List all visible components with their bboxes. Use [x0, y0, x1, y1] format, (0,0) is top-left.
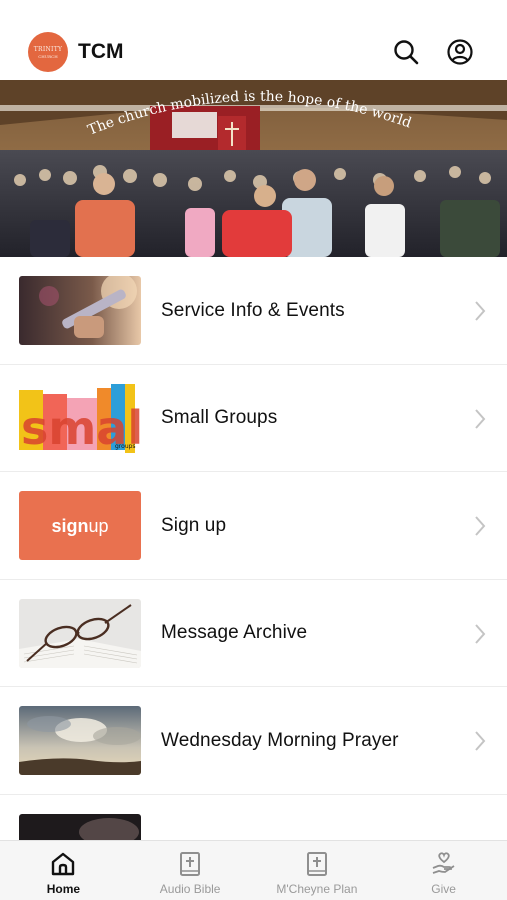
menu-item-label: Service Info & Events — [161, 299, 345, 321]
tab-home[interactable]: Home — [0, 841, 127, 900]
logo-text-top: TRINITY — [33, 45, 63, 53]
menu-item-message-archive[interactable]: Message Archive — [0, 579, 507, 687]
bible-plan-icon — [306, 852, 327, 876]
sign-up-thumb-light: up — [88, 516, 108, 536]
hero-worship-image: The church mobilized is the hope of the … — [0, 80, 507, 257]
sign-up-thumb-bold: sign — [51, 516, 88, 536]
menu-list: Service Info & Events small groups Small… — [0, 257, 507, 900]
small-groups-thumbnail: small groups — [19, 383, 141, 453]
tab-give[interactable]: Give — [380, 841, 507, 900]
menu-item-small-groups[interactable]: small groups Small Groups — [0, 364, 507, 472]
menu-item-sign-up[interactable]: signup Sign up — [0, 472, 507, 580]
app-title: TCM — [78, 40, 124, 63]
svg-text:signup: signup — [51, 516, 108, 536]
chevron-right-icon — [475, 408, 486, 429]
tab-label: Home — [46, 882, 81, 896]
logo-text-bottom: CHURCH — [38, 53, 58, 59]
message-archive-thumbnail — [19, 598, 141, 668]
app-header: TRINITY CHURCH TCM — [0, 0, 507, 80]
menu-item-label: Message Archive — [161, 622, 308, 643]
menu-item-label: Wednesday Morning Prayer — [161, 729, 399, 751]
small-groups-thumb-subtext: groups — [115, 443, 136, 450]
tab-label: Give — [431, 882, 456, 896]
tab-mcheyne-plan[interactable]: M'Cheyne Plan — [254, 841, 381, 900]
search-icon[interactable] — [392, 38, 420, 66]
church-logo[interactable]: TRINITY CHURCH — [28, 32, 68, 72]
chevron-right-icon — [475, 731, 486, 751]
tab-label: M'Cheyne Plan — [276, 882, 358, 896]
menu-item-label: Small Groups — [161, 407, 278, 428]
bottom-tab-bar: Home Audio Bible M'Cheyne Plan Give — [0, 840, 507, 900]
chevron-right-icon — [475, 301, 486, 321]
account-icon[interactable] — [446, 38, 474, 66]
hero-banner[interactable]: The church mobilized is the hope of the … — [0, 80, 507, 257]
menu-item-wednesday-prayer[interactable]: Wednesday Morning Prayer — [0, 687, 507, 795]
home-icon — [52, 852, 75, 876]
menu-item-label: Sign up — [161, 514, 227, 536]
tab-label: Audio Bible — [159, 882, 221, 896]
tab-audio-bible[interactable]: Audio Bible — [127, 841, 254, 900]
service-info-thumbnail — [19, 276, 141, 345]
give-heart-hand-icon — [432, 852, 455, 874]
menu-item-service-info[interactable]: Service Info & Events — [0, 257, 507, 365]
bible-icon — [180, 852, 201, 876]
sign-up-thumbnail: signup — [19, 491, 141, 560]
wednesday-prayer-thumbnail — [19, 706, 141, 775]
chevron-right-icon — [475, 623, 486, 644]
chevron-right-icon — [475, 516, 486, 536]
